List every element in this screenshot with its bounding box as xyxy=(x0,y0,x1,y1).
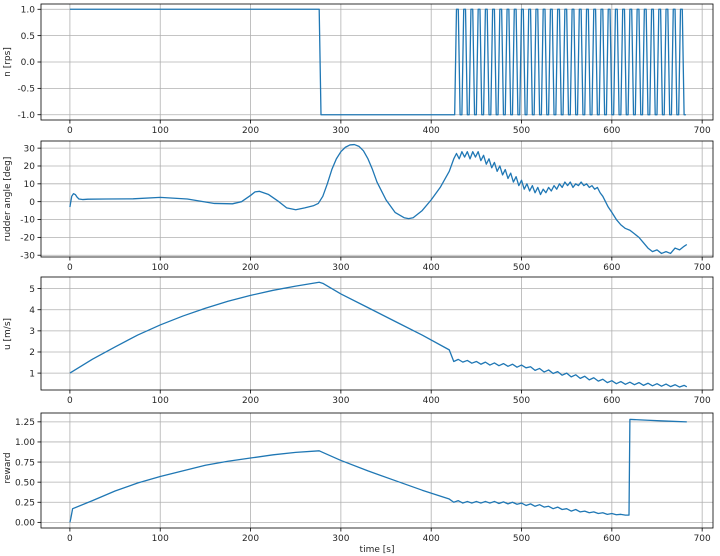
x-tick-label: 400 xyxy=(423,534,440,544)
xlabel-time: time [s] xyxy=(360,545,395,555)
x-tick-label: 500 xyxy=(513,396,530,406)
x-tick-label: 0 xyxy=(67,263,73,273)
y-tick-label: 1.0 xyxy=(21,5,36,15)
x-tick-label: 200 xyxy=(242,263,259,273)
x-tick-label: 300 xyxy=(332,534,349,544)
x-tick-label: 200 xyxy=(242,126,259,136)
x-tick-label: 500 xyxy=(513,126,530,136)
y-tick-label: 0.50 xyxy=(15,478,35,488)
x-tick-label: 700 xyxy=(694,396,711,406)
ylabel-rps: n [rps] xyxy=(3,47,13,77)
y-tick-label: 1.25 xyxy=(15,418,35,428)
x-tick-label: 600 xyxy=(603,396,620,406)
x-tick-label: 600 xyxy=(603,263,620,273)
y-tick-label: 3 xyxy=(29,327,35,337)
y-tick-label: 30 xyxy=(24,144,36,154)
y-tick-label: 20 xyxy=(24,162,36,172)
x-tick-label: 700 xyxy=(694,263,711,273)
y-tick-label: 0 xyxy=(29,198,35,208)
x-tick-label: 700 xyxy=(694,126,711,136)
x-tick-label: 100 xyxy=(152,126,169,136)
x-tick-label: 300 xyxy=(332,126,349,136)
x-tick-label: 600 xyxy=(603,126,620,136)
x-tick-label: 700 xyxy=(694,534,711,544)
x-tick-label: 400 xyxy=(423,263,440,273)
x-tick-label: 400 xyxy=(423,396,440,406)
x-tick-label: 100 xyxy=(152,396,169,406)
ylabel-rudder-angle: rudder angle [deg] xyxy=(3,157,13,242)
series-line-reward xyxy=(69,418,687,523)
ylabel-speed: u [m/s] xyxy=(3,318,13,350)
x-tick-label: 500 xyxy=(513,263,530,273)
x-tick-label: 0 xyxy=(67,396,73,406)
subplot-speed: u [m/s] 0 100 200 300 400 500 600 700 5 4 3 2 1 xyxy=(3,276,714,406)
x-tick-label: 600 xyxy=(603,534,620,544)
x-tick-label: 100 xyxy=(152,263,169,273)
x-tick-label: 200 xyxy=(242,396,259,406)
y-tick-label: 0.00 xyxy=(15,519,35,529)
series-line-speed xyxy=(69,281,688,388)
y-tick-label: 2 xyxy=(29,348,35,358)
y-tick-label: 10 xyxy=(24,180,36,190)
y-tick-label: -1.0 xyxy=(17,111,35,121)
y-tick-label: 1 xyxy=(29,369,35,379)
y-tick-label: -20 xyxy=(20,234,35,244)
y-tick-label: 0.75 xyxy=(15,458,35,468)
y-tick-label: -0.5 xyxy=(17,85,35,95)
ylabel-reward: reward xyxy=(3,452,13,483)
y-tick-label: 4 xyxy=(29,306,35,316)
y-tick-label: 0.0 xyxy=(21,58,36,68)
y-tick-label: 0.25 xyxy=(15,498,35,508)
y-tick-label: 0.5 xyxy=(21,32,35,42)
y-tick-label: -10 xyxy=(20,216,35,226)
figure: n [rps] 0 100 200 300 400 500 600 7001.00.50.0-… xyxy=(3,3,714,555)
x-tick-label: 0 xyxy=(67,534,73,544)
x-tick-label: 500 xyxy=(513,534,530,544)
y-tick-label: 5 xyxy=(29,285,35,295)
x-tick-label: 200 xyxy=(242,534,259,544)
subplot-reward: reward time [s] 0 100 200 300 400 500 600 700 1.… xyxy=(3,412,714,555)
subplot-rudder-angle: rudder angle [deg] 0 100 200 300 400 500 600 70… xyxy=(3,140,714,273)
x-tick-label: 300 xyxy=(332,396,349,406)
y-tick-label: 1.00 xyxy=(15,438,35,448)
x-tick-label: 100 xyxy=(152,534,169,544)
y-tick-label: -30 xyxy=(20,251,35,261)
x-tick-label: 400 xyxy=(423,126,440,136)
x-tick-label: 0 xyxy=(67,126,73,136)
subplot-rps: n [rps] 0 100 200 300 400 500 600 700 1.0 0.5 0.0 -… xyxy=(3,3,714,136)
x-tick-label: 300 xyxy=(332,263,349,273)
